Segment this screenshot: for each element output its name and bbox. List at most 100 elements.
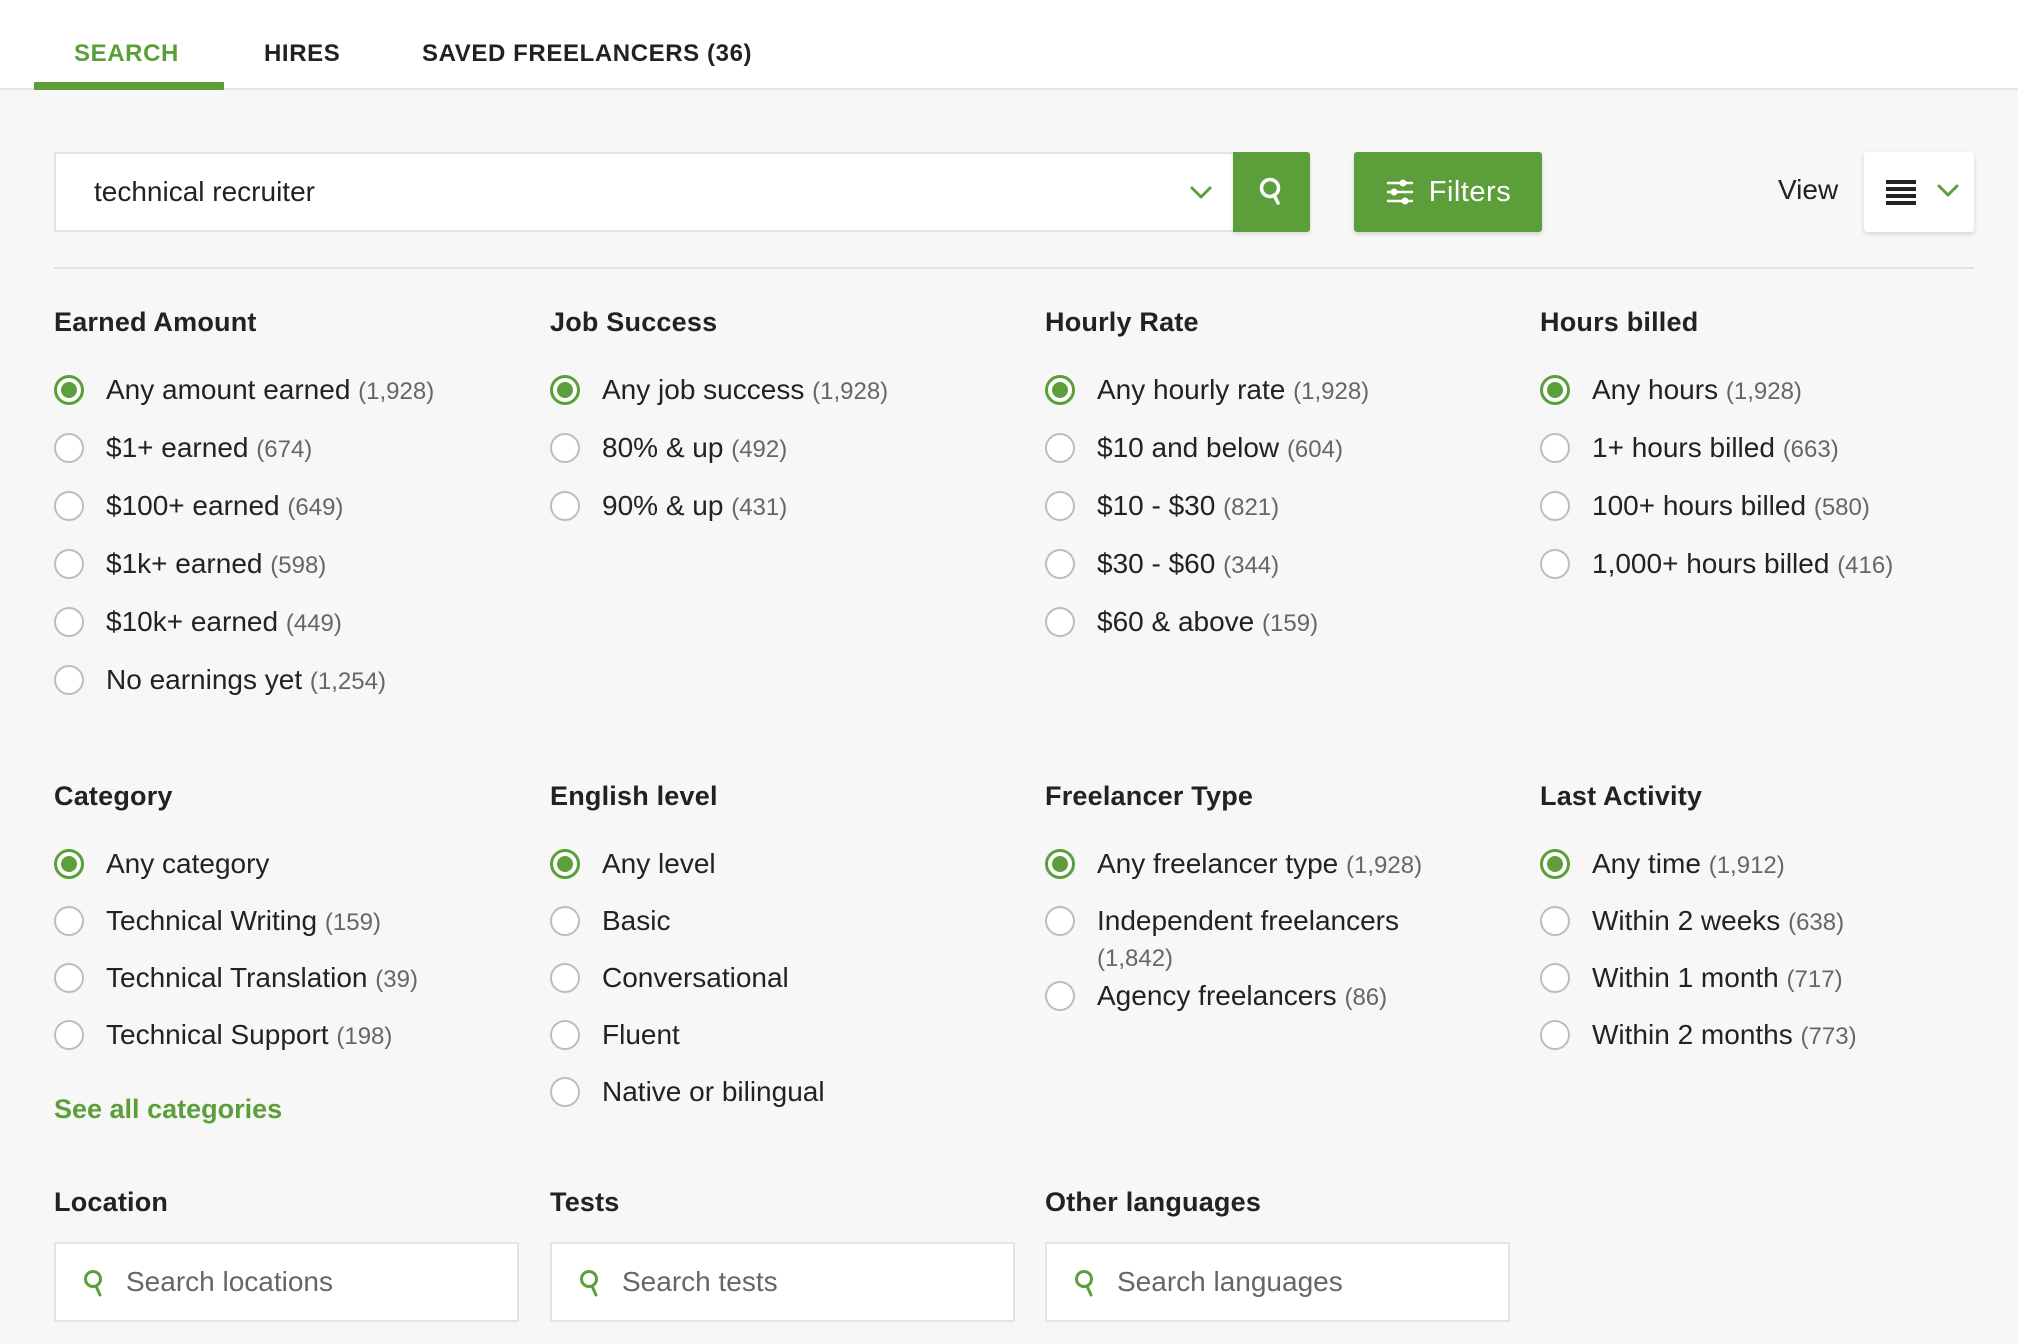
radio-option[interactable]: $30 - $60 (344): [1045, 546, 1525, 604]
view-dropdown[interactable]: [1864, 152, 1974, 232]
radio-unchecked[interactable]: [1540, 549, 1570, 579]
section-title: Tests: [550, 1187, 620, 1217]
radio-unchecked[interactable]: [550, 433, 580, 463]
radio-option[interactable]: 1,000+ hours billed (416): [1540, 546, 2018, 604]
search-box: [54, 152, 1234, 232]
radio-unchecked[interactable]: [1045, 607, 1075, 637]
radio-unchecked[interactable]: [1045, 433, 1075, 463]
radio-option[interactable]: Fluent: [550, 1017, 1030, 1074]
option-text: Independent freelancers: [1097, 905, 1399, 936]
radio-unchecked[interactable]: [550, 963, 580, 993]
radio-unchecked[interactable]: [54, 549, 84, 579]
radio-unchecked[interactable]: [1045, 491, 1075, 521]
search-input[interactable]: [94, 154, 1134, 230]
radio-unchecked[interactable]: [1045, 906, 1075, 936]
radio-checked[interactable]: [1045, 375, 1075, 405]
radio-option[interactable]: Within 2 weeks (638): [1540, 903, 2018, 960]
tests-search-input[interactable]: [622, 1244, 1002, 1320]
radio-unchecked[interactable]: [54, 906, 84, 936]
option-text: Any level: [602, 848, 716, 879]
radio-unchecked[interactable]: [1045, 549, 1075, 579]
option-count: (598): [270, 552, 327, 579]
radio-checked[interactable]: [54, 375, 84, 405]
option-count: (821): [1223, 494, 1280, 521]
radio-checked[interactable]: [550, 375, 580, 405]
option-count: (1,254): [309, 668, 386, 695]
radio-option[interactable]: Any freelancer type (1,928): [1045, 846, 1465, 903]
radio-option[interactable]: Technical Support (198): [54, 1017, 534, 1074]
radio-option[interactable]: $1k+ earned (598): [54, 546, 534, 604]
radio-option[interactable]: Any category: [54, 846, 534, 903]
radio-option[interactable]: Any level: [550, 846, 1030, 903]
radio-unchecked[interactable]: [550, 491, 580, 521]
tab-saved-freelancers[interactable]: SAVED FREELANCERS (36): [422, 40, 752, 68]
option-text: Technical Writing: [106, 905, 318, 936]
chevron-down-icon[interactable]: [1186, 178, 1216, 208]
radio-checked[interactable]: [1045, 849, 1075, 879]
option-count: (159): [324, 909, 381, 936]
radio-unchecked[interactable]: [54, 433, 84, 463]
radio-option[interactable]: No earnings yet (1,254): [54, 662, 534, 720]
option-count: (1,928): [812, 378, 889, 405]
filters-button[interactable]: Filters: [1354, 152, 1542, 232]
radio-option[interactable]: $10k+ earned (449): [54, 604, 534, 662]
filter-tests: Tests: [550, 1182, 1030, 1222]
radio-option[interactable]: 80% & up (492): [550, 430, 1030, 488]
radio-unchecked[interactable]: [54, 491, 84, 521]
radio-unchecked[interactable]: [550, 906, 580, 936]
radio-option[interactable]: $1+ earned (674): [54, 430, 534, 488]
radio-unchecked[interactable]: [550, 1020, 580, 1050]
radio-option[interactable]: Any job success (1,928): [550, 372, 1030, 430]
option-label: $1+ earned (674): [106, 430, 312, 468]
option-text: Native or bilingual: [602, 1076, 825, 1107]
radio-unchecked[interactable]: [1045, 981, 1075, 1011]
radio-option[interactable]: $10 - $30 (821): [1045, 488, 1525, 546]
radio-checked[interactable]: [54, 849, 84, 879]
radio-option[interactable]: Within 2 months (773): [1540, 1017, 2018, 1074]
radio-option[interactable]: Technical Writing (159): [54, 903, 534, 960]
section-title: Last Activity: [1540, 781, 1703, 811]
radio-unchecked[interactable]: [54, 963, 84, 993]
radio-option[interactable]: Native or bilingual: [550, 1074, 1030, 1131]
radio-option[interactable]: Independent freelancers (1,842): [1045, 903, 1465, 978]
option-count: (1,928): [1725, 378, 1802, 405]
radio-option[interactable]: $100+ earned (649): [54, 488, 534, 546]
radio-option[interactable]: 1+ hours billed (663): [1540, 430, 2018, 488]
radio-checked[interactable]: [550, 849, 580, 879]
option-label: Technical Translation (39): [106, 960, 418, 998]
radio-unchecked[interactable]: [1540, 906, 1570, 936]
radio-unchecked[interactable]: [1540, 433, 1570, 463]
radio-unchecked[interactable]: [1540, 963, 1570, 993]
radio-unchecked[interactable]: [54, 607, 84, 637]
tab-bar: SEARCH HIRES SAVED FREELANCERS (36): [0, 0, 2018, 90]
radio-option[interactable]: 100+ hours billed (580): [1540, 488, 2018, 546]
radio-option[interactable]: Any amount earned (1,928): [54, 372, 534, 430]
radio-option[interactable]: $60 & above (159): [1045, 604, 1525, 662]
radio-option[interactable]: Conversational: [550, 960, 1030, 1017]
radio-option[interactable]: Agency freelancers (86): [1045, 978, 1465, 1035]
radio-option[interactable]: Any hourly rate (1,928): [1045, 372, 1525, 430]
radio-option[interactable]: Within 1 month (717): [1540, 960, 2018, 1017]
radio-unchecked[interactable]: [54, 665, 84, 695]
location-search-input[interactable]: [126, 1244, 506, 1320]
tab-hires[interactable]: HIRES: [264, 40, 340, 68]
languages-search-input[interactable]: [1117, 1244, 1497, 1320]
radio-option[interactable]: Technical Translation (39): [54, 960, 534, 1017]
radio-unchecked[interactable]: [1540, 1020, 1570, 1050]
radio-checked[interactable]: [1540, 849, 1570, 879]
radio-checked[interactable]: [1540, 375, 1570, 405]
option-label: Conversational: [602, 960, 789, 996]
search-button[interactable]: [1233, 152, 1310, 232]
radio-option[interactable]: 90% & up (431): [550, 488, 1030, 546]
radio-unchecked[interactable]: [54, 1020, 84, 1050]
radio-option[interactable]: Any time (1,912): [1540, 846, 2018, 903]
filter-freelancer-type: Freelancer Type Any freelancer type (1,9…: [1045, 776, 1465, 1035]
radio-option[interactable]: Any hours (1,928): [1540, 372, 2018, 430]
see-all-categories-link[interactable]: See all categories: [54, 1094, 534, 1125]
radio-unchecked[interactable]: [550, 1077, 580, 1107]
radio-unchecked[interactable]: [1540, 491, 1570, 521]
radio-option[interactable]: Basic: [550, 903, 1030, 960]
radio-option[interactable]: $10 and below (604): [1045, 430, 1525, 488]
filter-location: Location: [54, 1182, 534, 1222]
tab-search[interactable]: SEARCH: [74, 40, 179, 68]
